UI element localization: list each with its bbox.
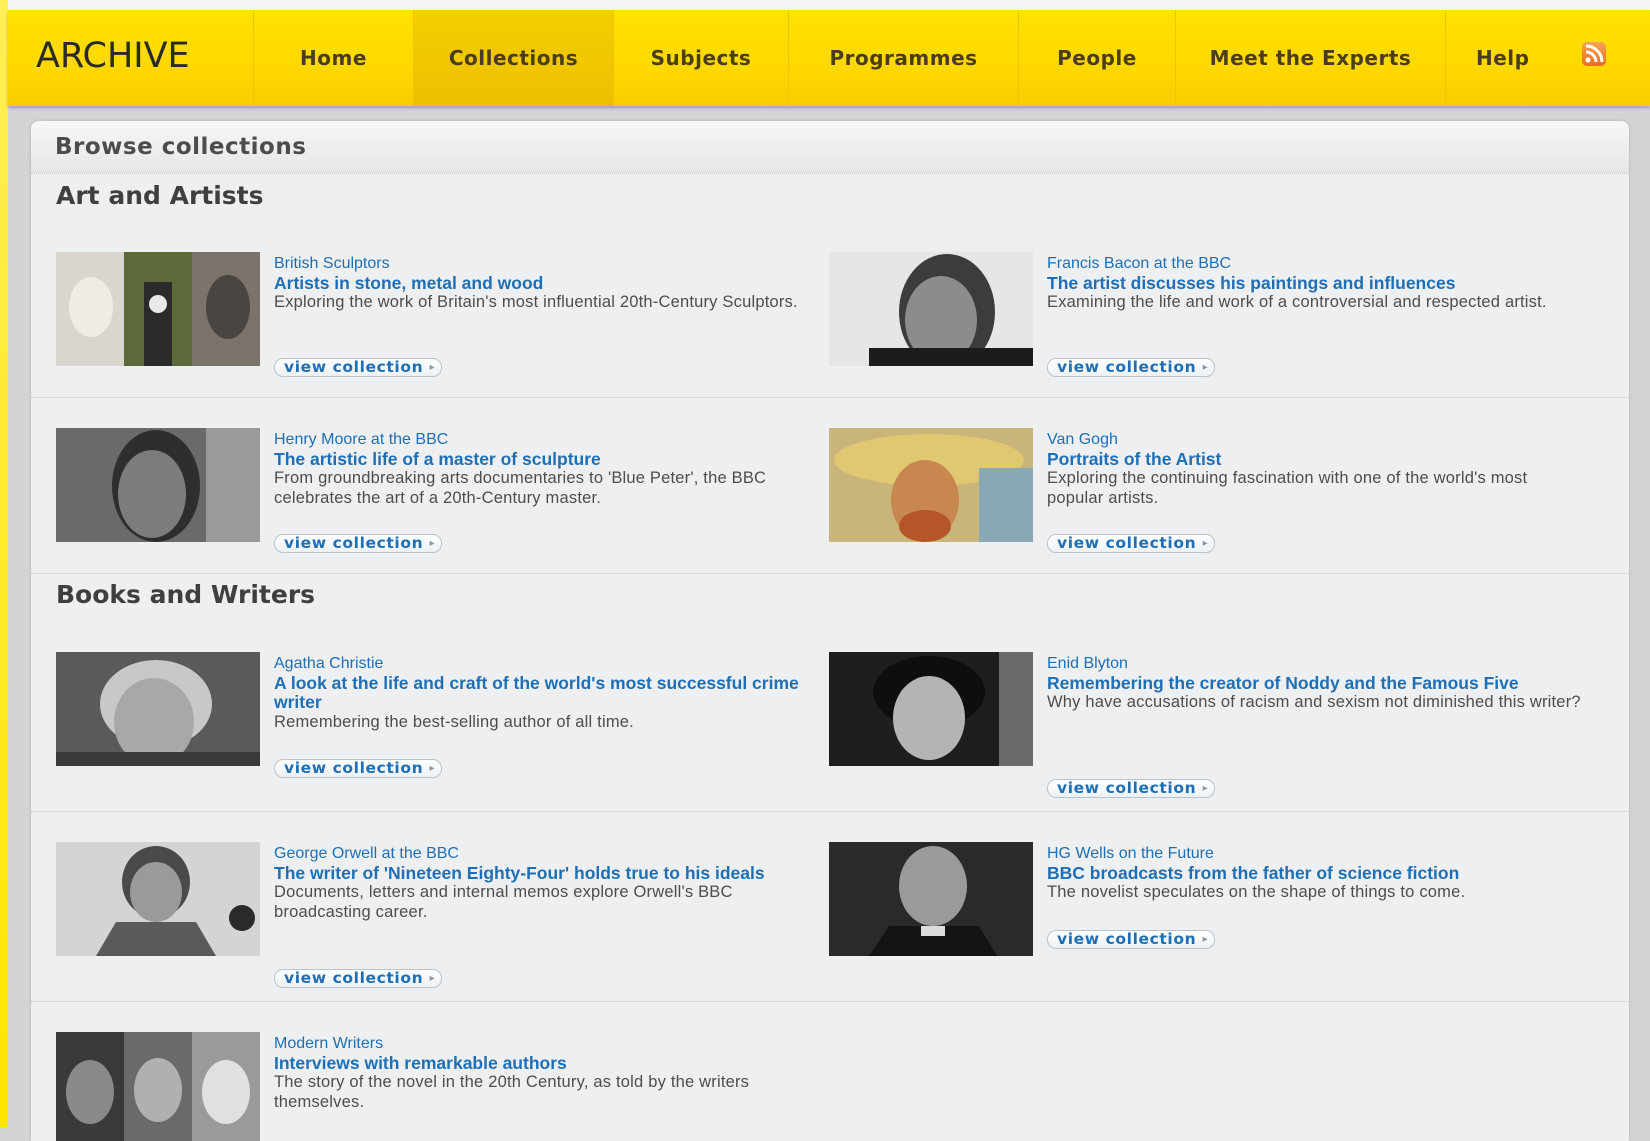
divider [31,397,1629,398]
collection-description: Exploring the continuing fascination wit… [1047,469,1528,507]
view-collection-label: view collection [284,759,424,777]
nav-meet-the-experts[interactable]: Meet the Experts [1175,10,1445,106]
view-collection-label: view collection [1057,358,1197,376]
nav-people[interactable]: People [1018,10,1175,106]
chevron-right-icon: ▸ [429,763,436,774]
nav-subjects[interactable]: Subjects [613,10,788,106]
collection-headline-link[interactable]: The artistic life of a master of sculptu… [274,449,814,470]
collection-headline-link[interactable]: Artists in stone, metal and wood [274,273,814,294]
top-edge [0,0,1650,10]
collection-description: Exploring the work of Britain's most inf… [274,293,798,311]
collection-thumbnail[interactable] [829,252,1033,366]
collection-headline-link[interactable]: Remembering the creator of Noddy and the… [1047,673,1587,694]
collection-kicker-link[interactable]: Henry Moore at the BBC [274,430,814,450]
collection-description: Documents, letters and internal memos ex… [274,883,733,921]
view-collection-label: view collection [1057,534,1197,552]
divider [31,1001,1629,1002]
divider [31,811,1629,812]
view-collection-label: view collection [284,358,424,376]
collection-kicker-link[interactable]: HG Wells on the Future [1047,844,1587,864]
site-logo[interactable]: ARCHIVE [36,36,190,76]
collection-kicker-link[interactable]: Van Gogh [1047,430,1587,450]
collection-description: From groundbreaking arts documentaries t… [274,469,767,507]
collection-text: Enid Blyton Remembering the creator of N… [1047,654,1587,713]
collection-thumbnail[interactable] [56,842,260,956]
collection-kicker-link[interactable]: Agatha Christie [274,654,814,674]
collection-description: Remembering the best-selling author of a… [274,712,634,731]
collection-text: Henry Moore at the BBC The artistic life… [274,430,814,508]
collection-headline-link[interactable]: A look at the life and craft of the worl… [274,673,814,713]
collection-thumbnail[interactable] [56,428,260,542]
panel-title: Browse collections [55,134,307,160]
view-collection-button[interactable]: view collection ▸ [1047,534,1216,553]
nav-collections[interactable]: Collections [413,10,613,106]
collection-kicker-link[interactable]: Francis Bacon at the BBC [1047,254,1587,274]
view-collection-label: view collection [284,534,424,552]
collection-description: The story of the novel in the 20th Centu… [274,1073,750,1111]
collection-text: Francis Bacon at the BBC The artist disc… [1047,254,1587,313]
section-title-art: Art and Artists [56,181,264,210]
collection-thumbnail[interactable] [829,428,1033,542]
view-collection-label: view collection [1057,779,1197,797]
chevron-right-icon: ▸ [429,362,436,373]
collection-kicker-link[interactable]: George Orwell at the BBC [274,844,814,864]
collection-headline-link[interactable]: Interviews with remarkable authors [274,1053,814,1074]
rss-feed-icon[interactable] [1582,42,1606,66]
view-collection-button[interactable]: view collection ▸ [274,534,443,553]
chevron-right-icon: ▸ [1202,934,1209,945]
chevron-right-icon: ▸ [429,538,436,549]
collection-kicker-link[interactable]: British Sculptors [274,254,814,274]
collection-thumbnail[interactable] [56,252,260,366]
chevron-right-icon: ▸ [429,973,436,984]
nav-home[interactable]: Home [253,10,413,106]
collection-description: The novelist speculates on the shape of … [1047,883,1466,901]
collection-thumbnail[interactable] [829,842,1033,956]
collection-kicker-link[interactable]: Enid Blyton [1047,654,1587,674]
chevron-right-icon: ▸ [1202,538,1209,549]
collection-thumbnail[interactable] [56,1032,260,1141]
section-title-books: Books and Writers [56,580,316,609]
collection-text: Agatha Christie A look at the life and c… [274,654,814,732]
nav-help[interactable]: Help [1445,10,1635,106]
divider [31,573,1629,574]
view-collection-label: view collection [284,969,424,987]
view-collection-button[interactable]: view collection ▸ [274,969,443,988]
view-collection-button[interactable]: view collection ▸ [1047,779,1216,798]
chevron-right-icon: ▸ [1202,362,1209,373]
collection-headline-link[interactable]: The artist discusses his paintings and i… [1047,273,1587,294]
left-edge-strip [0,0,8,1127]
collection-description: Why have accusations of racism and sexis… [1047,693,1581,711]
view-collection-button[interactable]: view collection ▸ [274,759,443,778]
browse-collections-panel: Browse collections Art and Artists Briti… [31,121,1629,1141]
view-collection-button[interactable]: view collection ▸ [1047,930,1216,949]
view-collection-label: view collection [1057,930,1197,948]
collection-thumbnail[interactable] [829,652,1033,766]
view-collection-button[interactable]: view collection ▸ [274,358,443,377]
view-collection-button[interactable]: view collection ▸ [1047,358,1216,377]
collection-description: Examining the life and work of a controv… [1047,293,1547,311]
collection-headline-link[interactable]: Portraits of the Artist [1047,449,1587,470]
main-nav: ARCHIVE Home Collections Subjects Progra… [8,10,1650,106]
collection-headline-link[interactable]: The writer of 'Nineteen Eighty-Four' hol… [274,863,814,884]
chevron-right-icon: ▸ [1202,783,1209,794]
collection-text: HG Wells on the Future BBC broadcasts fr… [1047,844,1587,903]
collection-thumbnail[interactable] [56,652,260,766]
collection-text: Van Gogh Portraits of the Artist Explori… [1047,430,1587,508]
panel-header: Browse collections [31,121,1629,174]
collection-kicker-link[interactable]: Modern Writers [274,1034,814,1054]
collection-text: Modern Writers Interviews with remarkabl… [274,1034,814,1112]
collection-text: British Sculptors Artists in stone, meta… [274,254,814,313]
nav-programmes[interactable]: Programmes [788,10,1018,106]
collection-text: George Orwell at the BBC The writer of '… [274,844,814,922]
collection-headline-link[interactable]: BBC broadcasts from the father of scienc… [1047,863,1587,884]
